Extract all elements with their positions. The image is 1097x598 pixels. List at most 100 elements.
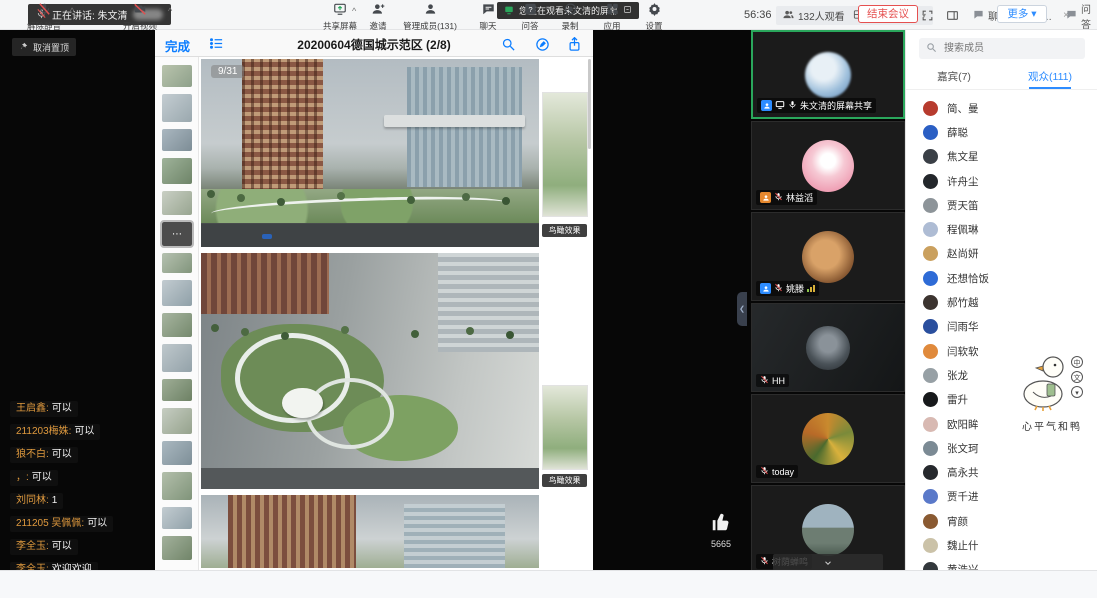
manage-members-button[interactable]: 管理成员(131) — [398, 2, 462, 32]
white-loop-path — [306, 378, 394, 449]
member-row[interactable]: 高永共 — [923, 460, 1097, 484]
page-thumbnail[interactable] — [162, 280, 192, 306]
member-row[interactable]: 宵颜 — [923, 509, 1097, 533]
avatar — [923, 295, 938, 310]
page-thumbnail[interactable] — [162, 344, 192, 372]
page-thumbnail[interactable] — [162, 129, 192, 151]
member-search[interactable] — [919, 38, 1085, 59]
video-tile[interactable]: 姚滕 — [751, 212, 905, 301]
document-page-area[interactable]: 9/31 鸟瞰效果 鸟瞰效果 — [199, 57, 593, 570]
fullscreen-button[interactable] — [919, 7, 936, 24]
tab-guests[interactable]: 嘉宾(7) — [906, 66, 1002, 89]
svg-text:中: 中 — [1074, 358, 1081, 367]
search-icon — [926, 40, 937, 58]
qa-button[interactable]: ? 问答 — [508, 2, 552, 32]
apps-button[interactable]: 应用 — [590, 2, 634, 32]
video-tiles-column: 朱文清的屏幕共享 林益滔 姚滕 HH — [751, 30, 905, 570]
settings-button[interactable]: 设置 — [632, 2, 676, 32]
page-thumbnail[interactable] — [162, 253, 192, 273]
page-thumbnail[interactable] — [162, 94, 192, 122]
member-row[interactable]: 黄浩兴 — [923, 558, 1097, 570]
search-icon[interactable] — [499, 35, 517, 53]
members-panel: 嘉宾(7) 观众(111) 简、曼 薛聪 焦文星 许舟尘 贾天笛 程佩琳 赵尚妍… — [905, 30, 1097, 570]
screen-share-icon — [775, 100, 785, 112]
video-panel-collapse-handle[interactable]: ❮ — [737, 292, 747, 326]
red-building-shape — [201, 253, 329, 314]
section-diagram-strip — [542, 92, 588, 217]
member-row[interactable]: 赵尚妍 — [923, 242, 1097, 266]
member-list: 简、曼 薛聪 焦文星 许舟尘 贾天笛 程佩琳 赵尚妍 还想恰饭 郝竹越 闫雨华 … — [906, 92, 1097, 570]
page-indicator: 9/31 — [211, 65, 244, 78]
member-row[interactable]: 张文珂 — [923, 436, 1097, 460]
section-diagram-strip — [542, 385, 588, 470]
avatar — [802, 140, 854, 192]
avatar — [923, 149, 938, 164]
chat-bubble-icon — [973, 9, 984, 23]
share-icon[interactable] — [565, 35, 583, 53]
chat-button[interactable]: 聊天 — [466, 2, 510, 32]
video-tile[interactable]: today — [751, 394, 905, 483]
page-thumbnail[interactable] — [162, 191, 192, 215]
member-row[interactable]: 薛聪 — [923, 120, 1097, 144]
road-band — [201, 224, 539, 247]
page-thumbnail[interactable] — [162, 65, 192, 87]
member-search-input[interactable] — [942, 42, 1062, 55]
unmute-button[interactable]: 解除静音 — [22, 2, 66, 32]
tab-qa[interactable]: 问答 — [1066, 6, 1097, 25]
rendering-aerial-tower — [201, 59, 539, 247]
page-thumbnail[interactable] — [162, 313, 192, 337]
red-tower-shape — [242, 59, 323, 202]
start-video-button[interactable]: 开启视频 — [118, 2, 162, 32]
video-tile-active-speaker[interactable]: 朱文清的屏幕共享 — [751, 30, 905, 119]
video-tile[interactable]: 树荫蝉鸣 — [751, 485, 905, 570]
mic-options-caret[interactable]: ^ — [70, 6, 74, 16]
tree-dots — [211, 324, 219, 332]
avatar — [923, 271, 938, 286]
scroll-tiles-down-button[interactable] — [773, 554, 883, 570]
canopy-shape — [282, 388, 323, 419]
thumbs-up-reaction[interactable]: 5665 — [703, 511, 739, 549]
chat-overlay: 王启鑫:可以 211203梅姝:可以 狼不白:可以 ，:可以 刘同林:1 211… — [10, 398, 240, 598]
qa-bubble-icon — [1066, 9, 1077, 23]
gray-building-shape — [404, 504, 505, 568]
member-row[interactable]: 焦文星 — [923, 145, 1097, 169]
render-caption: 鸟瞰效果 — [542, 224, 587, 237]
panel-tabs: 嘉宾(7) 观众(111) — [906, 66, 1097, 90]
unpin-button[interactable]: 取消置顶 — [12, 38, 76, 56]
member-row[interactable]: 程佩琳 — [923, 217, 1097, 241]
page-thumbnail[interactable] — [162, 158, 192, 184]
red-building-shape — [228, 495, 356, 568]
invite-button[interactable]: 邀请 — [356, 2, 400, 32]
reaction-count: 5665 — [703, 539, 739, 549]
avatar — [923, 222, 938, 237]
avatar — [923, 125, 938, 140]
side-panel-toggle-button[interactable] — [944, 7, 961, 24]
viewers-count-chip[interactable]: 132人观看 — [776, 6, 852, 25]
member-row[interactable]: 还想恰饭 — [923, 266, 1097, 290]
document-scrollbar[interactable] — [588, 59, 591, 149]
svg-text:文: 文 — [1074, 373, 1081, 382]
tab-audience[interactable]: 观众(111) — [1002, 66, 1097, 89]
member-row[interactable]: 郝竹越 — [923, 290, 1097, 314]
video-options-caret[interactable]: ^ — [168, 6, 172, 16]
chat-message: 李全玉:可以 — [10, 536, 240, 555]
annotate-icon[interactable] — [533, 35, 551, 53]
end-meeting-button[interactable]: 结束会议 — [858, 5, 918, 23]
duck-illustration: 中 文 ▾ — [1013, 350, 1091, 412]
svg-text:▾: ▾ — [1075, 390, 1079, 397]
record-options-caret[interactable]: ^ — [582, 6, 586, 16]
member-row[interactable]: 贾千进 — [923, 485, 1097, 509]
video-tile[interactable]: 林益滔 — [751, 121, 905, 210]
avatar — [923, 441, 938, 456]
member-row[interactable]: 魏止什 — [923, 533, 1097, 557]
tile-label: 朱文清的屏幕共享 — [757, 98, 876, 113]
member-row[interactable]: 许舟尘 — [923, 169, 1097, 193]
member-row[interactable]: 简、曼 — [923, 96, 1097, 120]
video-tile[interactable]: HH — [751, 303, 905, 392]
member-row[interactable]: 闫雨华 — [923, 315, 1097, 339]
page-thumbnail-selected[interactable]: ⋯ — [162, 222, 192, 246]
more-button[interactable]: 更多 ▾ — [997, 5, 1047, 23]
road-band — [201, 468, 539, 489]
mic-muted-icon — [760, 466, 769, 477]
member-row[interactable]: 贾天笛 — [923, 193, 1097, 217]
